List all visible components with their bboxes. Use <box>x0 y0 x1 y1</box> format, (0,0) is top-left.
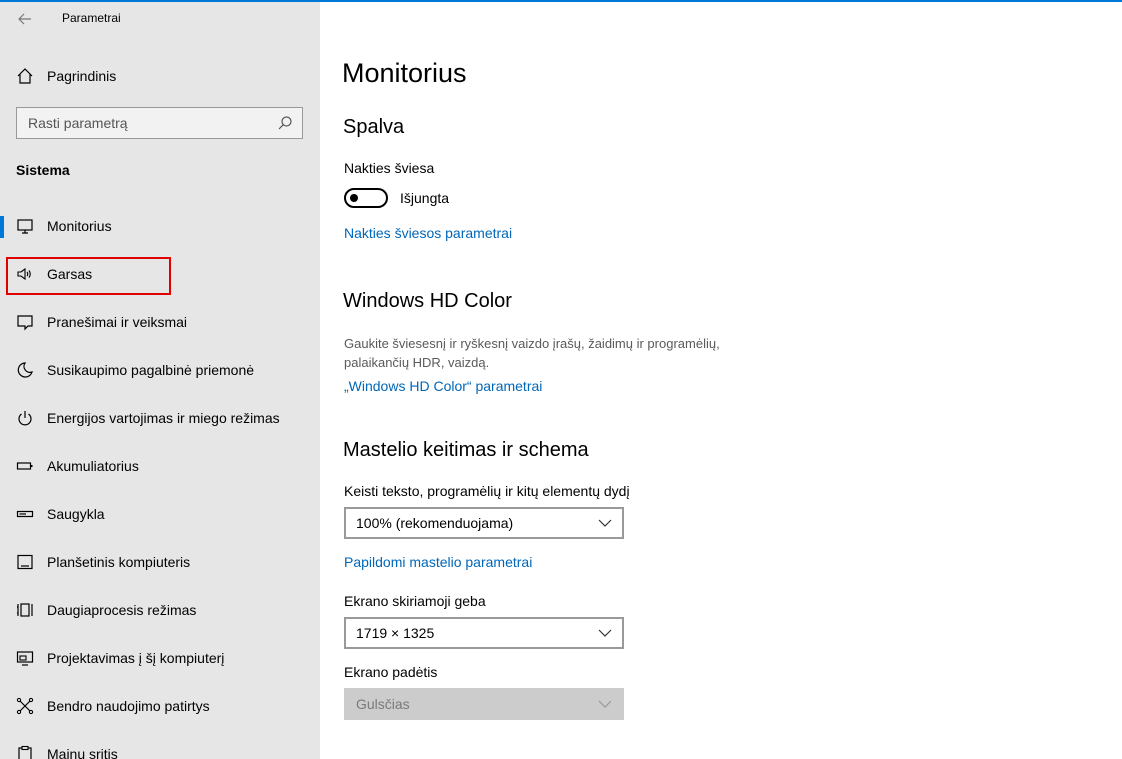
orientation-dropdown: Gulsčias <box>344 688 624 720</box>
sidebar-item-storage[interactable]: Saugykla <box>0 490 320 538</box>
clipboard-icon <box>16 745 34 759</box>
search-icon[interactable] <box>277 115 293 131</box>
sidebar-item-label: Bendro naudojimo patirtys <box>47 698 210 714</box>
sidebar-item-battery[interactable]: Akumuliatorius <box>0 442 320 490</box>
hd-color-description: Gaukite šviesesnį ir ryškesnį vaizdo įra… <box>344 336 720 370</box>
resolution-value: 1719 × 1325 <box>356 625 435 641</box>
sidebar-item-label: Daugiaprocesis režimas <box>47 602 197 618</box>
active-indicator <box>0 216 4 238</box>
highlight-box <box>6 257 171 295</box>
window-title: Parametrai <box>62 11 121 25</box>
sidebar-item-monitor[interactable]: Monitorius <box>0 202 320 250</box>
page-title: Monitorius <box>342 58 467 88</box>
night-light-settings-link[interactable]: Nakties šviesos parametrai <box>344 225 512 241</box>
hd-color-heading: Windows HD Color <box>343 290 512 312</box>
scale-dropdown[interactable]: 100% (rekomenduojama) <box>344 507 624 539</box>
main-content: Monitorius Spalva Nakties šviesa Išjungt… <box>320 2 1122 759</box>
chevron-down-icon <box>598 519 612 527</box>
moon-icon <box>16 361 34 379</box>
advanced-scaling-link[interactable]: Papildomi mastelio parametrai <box>344 554 532 570</box>
home-label: Pagrindinis <box>47 68 117 84</box>
sidebar-item-focus-assist[interactable]: Susikaupimo pagalbinė priemonė <box>0 346 320 394</box>
sidebar-item-label: Monitorius <box>47 218 112 234</box>
projecting-icon <box>16 649 34 667</box>
notification-icon <box>16 313 34 331</box>
section-label: Sistema <box>16 162 70 178</box>
scale-heading: Mastelio keitimas ir schema <box>343 439 589 461</box>
sidebar-item-label: Planšetinis kompiuteris <box>47 554 191 570</box>
toggle-knob <box>350 194 358 202</box>
sidebar-item-label: Energijos vartojimas ir miego režimas <box>47 410 280 426</box>
multitasking-icon <box>16 601 34 619</box>
battery-icon <box>16 457 34 475</box>
hd-color-settings-link[interactable]: „Windows HD Color“ parametrai <box>344 378 542 394</box>
arrow-left-icon <box>18 13 31 25</box>
orientation-value: Gulsčias <box>356 696 410 712</box>
home-link[interactable]: Pagrindinis <box>16 66 116 86</box>
sidebar-item-label: Susikaupimo pagalbinė priemonė <box>47 362 255 378</box>
back-button[interactable] <box>10 6 40 32</box>
search-placeholder: Rasti parametrą <box>28 115 128 131</box>
sidebar-item-tablet[interactable]: Planšetinis kompiuteris <box>0 538 320 586</box>
sidebar-item-power[interactable]: Energijos vartojimas ir miego režimas <box>0 394 320 442</box>
monitor-icon <box>16 217 34 235</box>
resolution-label: Ekrano skiriamoji geba <box>344 593 486 609</box>
scale-label: Keisti teksto, programėlių ir kitų eleme… <box>344 483 630 499</box>
orientation-label: Ekrano padėtis <box>344 664 438 680</box>
sidebar-item-notifications[interactable]: Pranešimai ir veiksmai <box>0 298 320 346</box>
shared-experiences-icon <box>16 697 34 715</box>
chevron-down-icon <box>598 700 612 708</box>
sidebar-item-clipboard[interactable]: Mainų sritis <box>0 730 320 759</box>
sidebar-item-label: Mainų sritis <box>47 746 118 759</box>
chevron-down-icon <box>598 629 612 637</box>
toggle-state: Išjungta <box>400 190 450 206</box>
sidebar-item-label: Saugykla <box>47 506 105 522</box>
night-light-toggle[interactable] <box>344 188 388 208</box>
resolution-dropdown[interactable]: 1719 × 1325 <box>344 617 624 649</box>
sidebar-item-label: Projektavimas į šį kompiuterį <box>47 650 225 666</box>
sidebar-item-projecting[interactable]: Projektavimas į šį kompiuterį <box>0 634 320 682</box>
sidebar: Parametrai Pagrindinis Rasti parametrą S… <box>0 2 320 759</box>
tablet-icon <box>16 553 34 571</box>
sidebar-item-multitasking[interactable]: Daugiaprocesis režimas <box>0 586 320 634</box>
home-icon <box>16 67 34 85</box>
color-heading: Spalva <box>343 116 405 138</box>
storage-icon <box>16 505 34 523</box>
search-box[interactable]: Rasti parametrą <box>16 107 303 139</box>
scale-value: 100% (rekomenduojama) <box>356 515 514 531</box>
power-icon <box>16 409 34 427</box>
sidebar-item-label: Akumuliatorius <box>47 458 139 474</box>
night-light-label: Nakties šviesa <box>344 160 435 176</box>
sidebar-item-label: Pranešimai ir veiksmai <box>47 314 188 330</box>
sidebar-item-shared-experiences[interactable]: Bendro naudojimo patirtys <box>0 682 320 730</box>
